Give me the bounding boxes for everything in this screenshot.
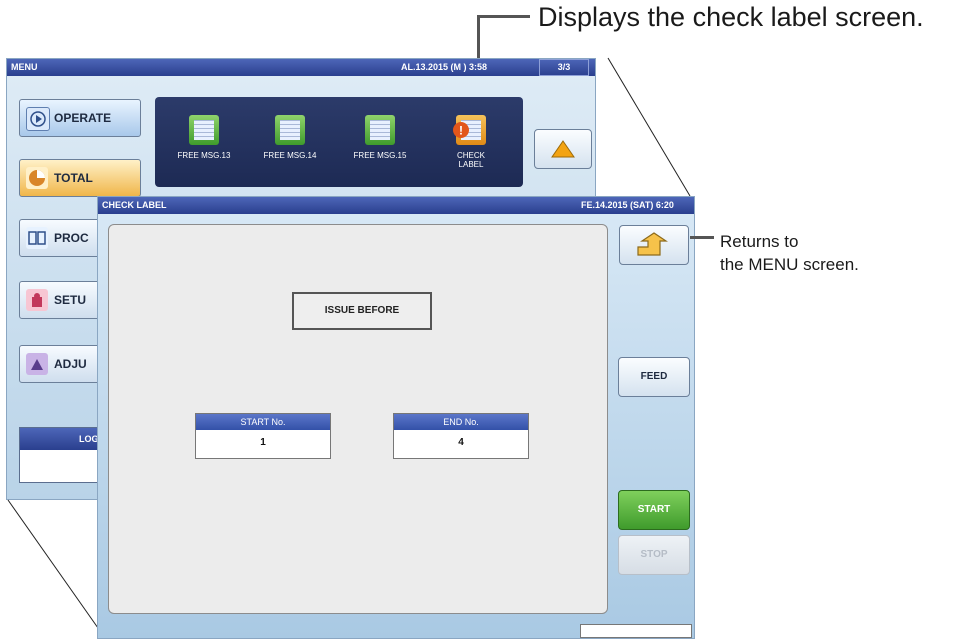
check-label-screen: CHECK LABEL FE.14.2015 (SAT) 6:20 ISSUE … xyxy=(97,196,695,639)
end-no-field[interactable]: END No. 4 xyxy=(393,413,529,459)
callout-returns: Returns to the MENU screen. xyxy=(720,230,859,276)
return-arrow-icon xyxy=(637,232,668,256)
callout-returns-line1: Returns to xyxy=(720,232,799,251)
feed-button[interactable]: FEED xyxy=(618,357,690,397)
check-titlebar: CHECK LABEL FE.14.2015 (SAT) 6:20 xyxy=(98,197,694,214)
callout-returns-line2: the MENU screen. xyxy=(720,255,859,274)
check-title: CHECK LABEL xyxy=(102,200,167,210)
start-no-value: 1 xyxy=(260,437,266,448)
end-no-label: END No. xyxy=(394,414,528,430)
bottom-status-field xyxy=(580,624,692,638)
end-no-value: 4 xyxy=(458,437,464,448)
check-datetime: FE.14.2015 (SAT) 6:20 xyxy=(581,200,674,210)
issue-status-box: ISSUE BEFORE xyxy=(292,292,432,330)
stop-button[interactable]: STOP xyxy=(618,535,690,575)
start-no-field[interactable]: START No. 1 xyxy=(195,413,331,459)
svg-text:!: ! xyxy=(459,124,463,138)
check-label-panel: ISSUE BEFORE START No. 1 END No. 4 xyxy=(108,224,608,614)
start-no-label: START No. xyxy=(196,414,330,430)
back-button[interactable] xyxy=(619,225,689,265)
callout-line-return xyxy=(690,236,714,239)
start-button[interactable]: START xyxy=(618,490,690,530)
